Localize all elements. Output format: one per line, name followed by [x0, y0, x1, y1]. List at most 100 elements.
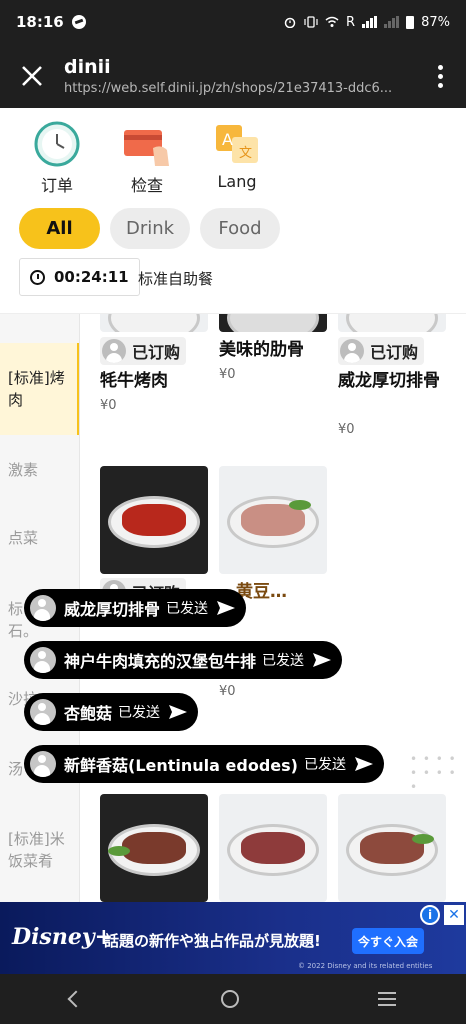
tab-all[interactable]: All	[19, 208, 100, 249]
ad-copyright: © 2022 Disney and its related entities	[298, 962, 433, 970]
signal-icon	[362, 16, 378, 28]
timer-value: 00:24:11	[54, 268, 129, 286]
sidebar-item-partial[interactable]	[0, 314, 79, 322]
product-price: ¥0	[219, 684, 236, 699]
svg-text:文: 文	[239, 146, 252, 161]
send-icon	[313, 653, 332, 667]
send-icon	[169, 705, 188, 719]
ad-headline: 話題の新作や独占作品が見放題!	[104, 932, 321, 950]
sent-toast: 神户牛肉填充的汉堡包牛排 已发送	[24, 641, 343, 679]
nav-icons: 订单 检查 A 文 Lang	[0, 120, 466, 202]
send-icon	[217, 601, 236, 615]
toast-item-name: 杏鲍菇	[64, 704, 113, 723]
toast-status: 已发送	[118, 705, 161, 721]
menu-dot-icon	[437, 82, 443, 88]
ad-close-icon[interactable]: ✕	[444, 905, 464, 925]
sent-toast: 杏鲍菇 已发送	[24, 693, 199, 731]
close-icon	[22, 66, 42, 86]
battery-percent: 87%	[421, 14, 450, 30]
avatar-icon	[30, 751, 56, 777]
ad-banner[interactable]: Disney+ 話題の新作や独占作品が見放題! 今すぐ入会 © 2022 Dis…	[0, 902, 466, 974]
check-nav-button[interactable]: 检查	[107, 120, 187, 196]
sidebar-item-rice[interactable]: [标准]米饭菜肴	[0, 828, 79, 872]
product-image[interactable]	[338, 314, 446, 332]
product-image[interactable]	[100, 314, 208, 332]
product-image[interactable]	[100, 794, 208, 902]
ordered-label: 已订购	[132, 343, 181, 362]
ordered-badge: 已订购	[100, 337, 187, 365]
ordered-badge: 已订购	[338, 337, 425, 365]
wifi-icon	[325, 16, 339, 27]
toast-item-name: 神户牛肉填充的汉堡包牛排	[64, 652, 257, 671]
sent-toast: 威龙厚切排骨 已发送	[24, 589, 247, 627]
network-letter: R	[346, 14, 356, 30]
status-icons: R 87%	[283, 15, 450, 30]
timer-icon	[30, 269, 45, 285]
product-name[interactable]: 威龙厚切排骨	[338, 369, 450, 394]
section-divider-dots: • • • • • • • • •	[410, 752, 457, 794]
toast-status: 已发送	[166, 601, 209, 617]
home-icon[interactable]	[220, 990, 239, 1008]
avatar-icon	[102, 339, 126, 363]
product-price: ¥0	[219, 367, 236, 382]
avatar-icon	[30, 647, 56, 673]
svg-text:A: A	[222, 130, 233, 149]
tab-drink[interactable]: Drink	[110, 208, 190, 249]
toast-item-name: 新鲜香菇(Lentinula edodes)	[64, 756, 298, 775]
category-tabs: All Drink Food	[19, 208, 280, 249]
product-price: ¥0	[100, 398, 117, 413]
sidebar-item-hormone[interactable]: 激素	[0, 459, 79, 481]
product-image[interactable]	[219, 314, 327, 332]
toast-item-name: 威龙厚切排骨	[64, 600, 161, 619]
translate-icon: A 文	[216, 125, 258, 163]
order-nav-label: 订单	[40, 176, 73, 195]
ad-info-icon[interactable]: i	[420, 905, 440, 925]
sidebar-item-standard-yakiniku[interactable]: [标准]烤肉	[0, 343, 79, 435]
close-tab-button[interactable]	[0, 44, 64, 108]
status-bar: 18:16 R 87%	[0, 0, 466, 44]
lang-nav-button[interactable]: A 文 Lang	[197, 120, 277, 191]
ad-cta-button[interactable]: 今すぐ入会	[352, 928, 424, 954]
clock-icon	[34, 121, 80, 167]
avatar-icon	[30, 699, 56, 725]
product-image[interactable]	[219, 794, 327, 902]
menu-dot-icon	[437, 64, 443, 70]
page-url[interactable]: https://web.self.dinii.jp/zh/shops/21e37…	[64, 81, 414, 96]
product-image[interactable]	[219, 466, 327, 574]
recent-apps-icon[interactable]	[378, 992, 397, 1006]
product-price: ¥0	[338, 422, 355, 437]
system-nav-bar	[0, 974, 466, 1024]
tab-food[interactable]: Food	[200, 208, 280, 249]
back-icon[interactable]	[67, 990, 85, 1008]
avatar-icon	[340, 339, 364, 363]
product-image[interactable]	[338, 794, 446, 902]
product-image[interactable]	[100, 466, 208, 574]
lang-nav-label: Lang	[217, 172, 257, 191]
site-name: dinii	[64, 56, 111, 78]
messenger-icon	[71, 15, 86, 29]
send-icon	[354, 757, 373, 771]
course-name: 标准自助餐	[138, 270, 214, 288]
toast-status: 已发送	[303, 757, 346, 773]
check-nav-label: 检查	[130, 176, 163, 195]
card-hand-icon	[124, 130, 169, 166]
status-time: 18:16	[16, 13, 64, 31]
ad-brand-logo: Disney+	[12, 924, 114, 950]
browser-titles: dinii https://web.self.dinii.jp/zh/shops…	[64, 56, 414, 96]
order-nav-button[interactable]: 订单	[17, 120, 97, 196]
alarm-icon	[284, 17, 296, 28]
product-name[interactable]: 牦牛烤肉	[100, 369, 212, 394]
menu-dot-icon	[437, 73, 443, 79]
sidebar-item-a-la-carte[interactable]: 点菜	[0, 527, 79, 549]
avatar-icon	[30, 595, 56, 621]
product-name[interactable]: 美味的肋骨	[219, 338, 331, 363]
vibrate-icon	[304, 16, 318, 28]
browser-header: dinii https://web.self.dinii.jp/zh/shops…	[0, 44, 466, 108]
toast-status: 已发送	[262, 653, 305, 669]
browser-menu-button[interactable]	[414, 64, 466, 88]
signal-2-icon	[384, 16, 400, 28]
sent-toast: 新鲜香菇(Lentinula edodes) 已发送	[24, 745, 384, 783]
battery-icon	[406, 15, 415, 29]
ordered-label: 已订购	[370, 343, 419, 362]
elapsed-timer: 00:24:11	[19, 258, 140, 296]
